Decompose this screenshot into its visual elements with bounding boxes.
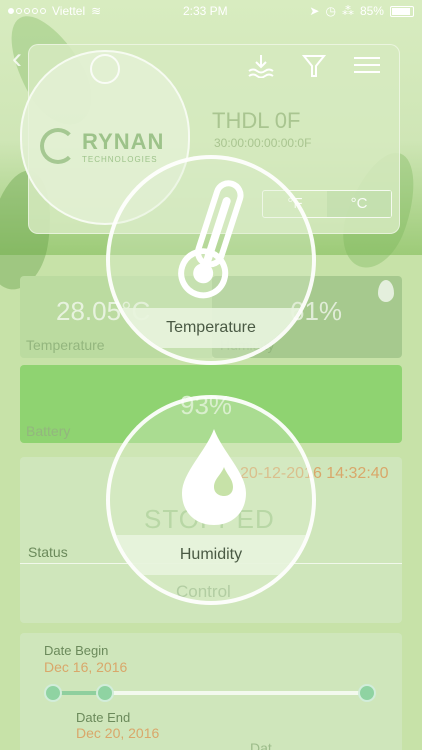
slider-handle-start[interactable]	[44, 684, 62, 702]
date-end-label: Date End	[76, 710, 131, 725]
wifi-icon: ≋	[91, 4, 102, 18]
thermometer-icon	[178, 180, 244, 299]
bluetooth-icon: ⁂	[341, 4, 354, 18]
clock-label: 2:33 PM	[182, 4, 228, 18]
date-begin-value[interactable]: Dec 16, 2016	[44, 659, 127, 675]
water-drop-icon	[182, 429, 246, 525]
status-bar: Viettel ≋ 2:33 PM ➤ ◷ ⁂ 85%	[0, 0, 422, 22]
date-end-value[interactable]: Dec 20, 2016	[76, 725, 159, 741]
status-right: ➤ ◷ ⁂ 85%	[309, 4, 414, 18]
temperature-guide-circle: Temperature	[106, 155, 316, 365]
status-label: Status	[28, 544, 68, 560]
water-level-icon[interactable]	[248, 54, 274, 78]
humidity-guide-circle: Humidity	[106, 395, 316, 605]
signal-icon	[8, 8, 46, 14]
menu-icon[interactable]	[354, 54, 380, 76]
alarm-icon: ◷	[325, 4, 336, 18]
battery-label: Battery	[26, 423, 71, 439]
water-drop-icon	[378, 280, 394, 302]
filter-icon[interactable]	[302, 54, 326, 78]
logo-swirl-icon	[40, 128, 76, 164]
battery-icon	[389, 5, 414, 17]
slider-handle-end[interactable]	[96, 684, 114, 702]
device-id: 30:00:00:00:00:0F	[214, 136, 312, 150]
toolbar	[248, 54, 380, 78]
logo-subtitle: TECHNOLOGIES	[82, 154, 158, 164]
unit-celsius-option[interactable]: °C	[327, 191, 391, 217]
status-left: Viettel ≋	[8, 4, 101, 18]
logo-name: RYNAN	[82, 128, 165, 154]
humidity-guide-label: Humidity	[110, 535, 312, 575]
temperature-label: Temperature	[26, 337, 105, 353]
location-icon: ➤	[309, 4, 320, 18]
slider-handle-max[interactable]	[358, 684, 376, 702]
battery-percent: 85%	[359, 4, 384, 18]
device-name: THDL 0F	[212, 108, 301, 133]
temperature-guide-label: Temperature	[110, 308, 312, 348]
carrier-label: Viettel	[52, 4, 86, 18]
company-logo: RYNAN TECHNOLOGIES	[40, 128, 164, 164]
date-begin-label: Date Begin	[44, 643, 109, 658]
back-icon[interactable]: ‹	[12, 42, 22, 76]
tag-hole	[90, 54, 120, 84]
date-cut-label: Dat	[250, 740, 272, 750]
